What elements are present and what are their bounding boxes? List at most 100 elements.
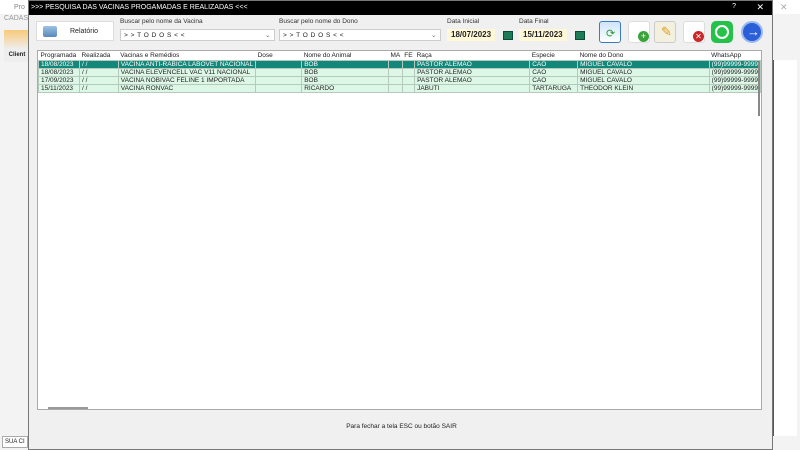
refresh-button[interactable]: ⟳ xyxy=(599,21,621,43)
owner-search-value: > > T O D O S < < xyxy=(283,32,345,39)
column-header[interactable]: Nome do Dono xyxy=(578,51,710,60)
owner-search-label: Buscar pelo nome do Dono xyxy=(279,18,358,25)
vaccine-search-value: > > T O D O S < < xyxy=(124,32,186,39)
table-cell: PASTOR ALEMÃO xyxy=(414,59,531,69)
table-cell: VACINA ANTI-RABICA LABOVET NACIONAL xyxy=(117,59,257,69)
table-cell: CÃO xyxy=(529,75,579,85)
vaccine-search-select[interactable]: > > T O D O S < < ⌄ xyxy=(120,29,275,41)
table-cell: / / xyxy=(78,83,119,93)
delete-icon: ✕ xyxy=(693,31,704,42)
table-cell: (99)99999-9999 xyxy=(708,75,762,85)
footer-hint: Para fechar a tela ESC ou botão SAIR xyxy=(346,423,457,430)
table-row[interactable]: 17/09/2023 / / VACINA NOBIVAC FELINE 1 IM… xyxy=(38,75,762,85)
table-cell: 18/08/2023 xyxy=(38,59,80,69)
start-date-label: Data Inicial xyxy=(447,18,480,25)
table-cell: MIGUEL CAVALO xyxy=(577,67,710,77)
column-header[interactable]: Programada xyxy=(39,51,80,60)
chevron-down-icon: ⌄ xyxy=(265,32,271,39)
chevron-down-icon: ⌄ xyxy=(431,32,437,39)
column-header[interactable]: MA xyxy=(389,51,403,60)
end-date-label: Data Final xyxy=(519,18,549,25)
table-cell: BOB xyxy=(301,67,390,77)
column-header[interactable]: Raça xyxy=(415,51,530,60)
report-label: Relatório xyxy=(70,28,99,35)
table-row[interactable]: 18/08/2023 / / VACINA ANTI-RABICA LABOVET… xyxy=(38,59,762,69)
table-cell xyxy=(255,75,303,85)
table-cell: (99)99999-9999 xyxy=(708,67,762,77)
end-date-input[interactable]: 15/11/2023 xyxy=(519,29,567,41)
table-cell: PASTOR ALEMÃO xyxy=(414,67,531,77)
table-cell: VACINA ELEVENCELL VAC V11 NACIONAL xyxy=(117,67,257,77)
table-cell xyxy=(255,59,303,69)
table-cell: VACINA NOBIVAC FELINE 1 IMPORTADA xyxy=(117,75,257,85)
table-cell: RICARDO xyxy=(301,83,390,93)
table-cell xyxy=(401,75,416,85)
table-cell xyxy=(388,59,403,69)
table-cell: 17/09/2023 xyxy=(38,75,80,85)
table-cell: BOB xyxy=(301,59,390,69)
delete-button[interactable]: ✕ xyxy=(683,21,705,43)
dialog-title: >>> PESQUISA DAS VACINAS PROGAMADAS E RE… xyxy=(31,4,248,11)
vaccines-table: Programada Realizada Vacinas e Remédios Dos… xyxy=(37,50,762,410)
table-cell: (99)99999-9999 xyxy=(708,83,762,93)
edit-button[interactable]: ✎ xyxy=(654,21,676,43)
report-button[interactable]: Relatório xyxy=(36,21,114,41)
status-bar: SUA CI xyxy=(2,436,28,448)
table-cell xyxy=(255,67,303,77)
owner-search-select[interactable]: > > T O D O S < < ⌄ xyxy=(279,29,441,41)
table-cell: (99)99999-9999 xyxy=(708,59,762,69)
start-date-input[interactable]: 18/07/2023 xyxy=(447,29,496,41)
table-header: Programada Realizada Vacinas e Remédios Dos… xyxy=(39,51,761,60)
table-cell: 15/11/2023 xyxy=(38,83,80,93)
exit-button[interactable]: → xyxy=(741,21,763,43)
table-cell: CÃO xyxy=(529,67,579,77)
vertical-scrollbar[interactable] xyxy=(758,61,760,116)
table-row[interactable]: 15/11/2023 / / VACINA RONVAC RICARDO JABUTI… xyxy=(38,83,762,93)
table-cell: VACINA RONVAC xyxy=(117,83,257,93)
whatsapp-icon xyxy=(715,25,729,39)
table-cell: TARTARUGA xyxy=(529,83,579,93)
background-panel xyxy=(773,60,797,436)
table-cell xyxy=(388,75,403,85)
calendar-icon[interactable] xyxy=(575,31,585,40)
table-cell: / / xyxy=(78,75,119,85)
vaccine-search-label: Buscar pelo nome da Vacina xyxy=(120,18,203,25)
column-header[interactable]: Realizada xyxy=(79,51,118,60)
printer-icon xyxy=(43,26,57,37)
table-row[interactable]: 18/08/2023 / / VACINA ELEVENCELL VAC V11 … xyxy=(38,67,762,77)
refresh-icon: ⟳ xyxy=(606,28,616,40)
column-header[interactable]: Especie xyxy=(530,51,578,60)
calendar-icon[interactable] xyxy=(503,31,513,40)
table-cell: / / xyxy=(78,59,119,69)
table-cell xyxy=(401,67,416,77)
table-cell: / / xyxy=(78,67,119,77)
dialog-title-bar: >>> PESQUISA DAS VACINAS PROGAMADAS E RE… xyxy=(29,1,772,15)
background-menu: CADAS xyxy=(4,15,29,22)
table-cell xyxy=(401,83,416,93)
arrow-right-icon: → xyxy=(747,24,760,39)
clients-button[interactable]: Client xyxy=(4,30,30,62)
table-cell: MIGUEL CAVALO xyxy=(577,75,710,85)
table-cell: PASTOR ALEMÃO xyxy=(414,75,531,85)
background-close-icon[interactable]: ✕ xyxy=(780,2,788,13)
column-header[interactable]: FE xyxy=(402,51,414,60)
table-cell: BOB xyxy=(301,75,390,85)
horizontal-scrollbar[interactable] xyxy=(48,407,88,409)
table-cell: 18/08/2023 xyxy=(38,67,80,77)
column-header[interactable]: Vacinas e Remédios xyxy=(118,51,255,60)
table-cell: MIGUEL CAVALO xyxy=(577,59,710,69)
table-cell xyxy=(388,67,403,77)
plus-icon: + xyxy=(638,31,649,42)
close-button[interactable]: ✕ xyxy=(756,2,764,13)
table-cell: CÃO xyxy=(529,59,579,69)
whatsapp-button[interactable] xyxy=(711,21,733,43)
column-header[interactable]: Nome do Animal xyxy=(302,51,389,60)
table-cell xyxy=(255,83,303,93)
table-cell: JABUTI xyxy=(414,83,531,93)
column-header[interactable]: Dose xyxy=(256,51,302,60)
table-cell xyxy=(388,83,403,93)
pencil-icon: ✎ xyxy=(661,24,672,39)
help-button[interactable]: ? xyxy=(732,3,736,10)
add-button[interactable]: + xyxy=(628,21,650,43)
column-header[interactable]: WhatsApp xyxy=(709,51,760,60)
